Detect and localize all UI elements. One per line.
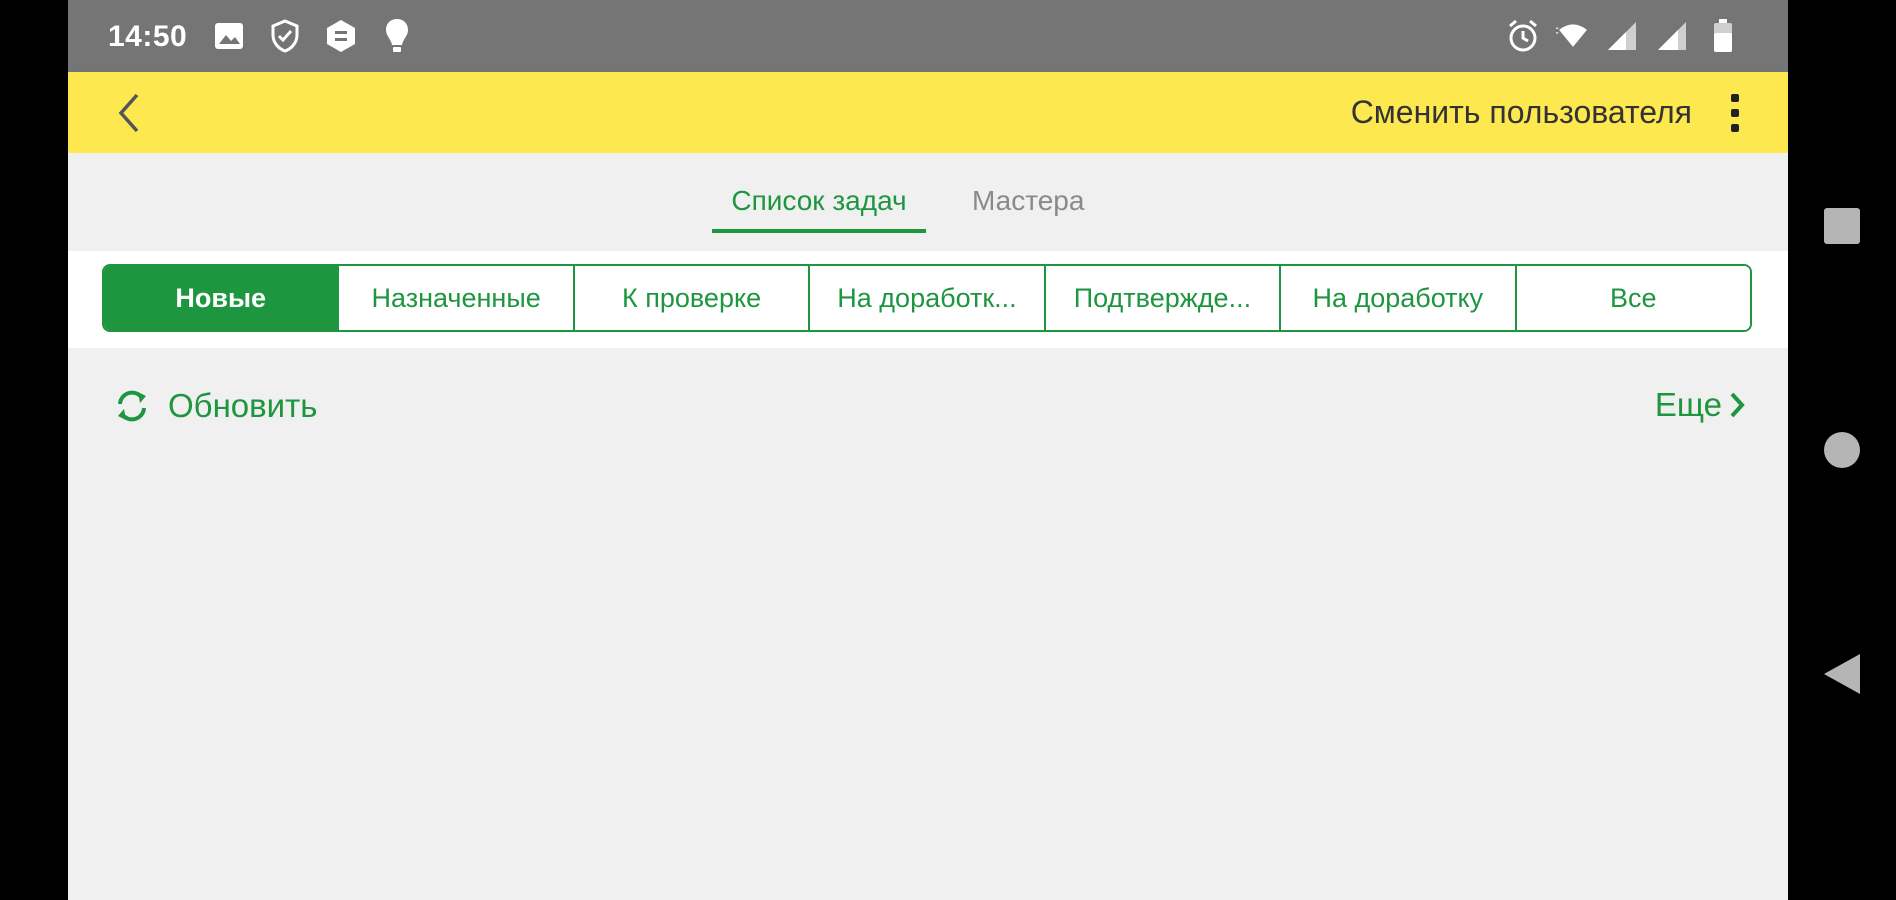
kebab-dot-icon (1731, 94, 1739, 102)
tab-masters[interactable]: Мастера (972, 185, 1084, 217)
system-nav-bar (1788, 0, 1896, 900)
kebab-dot-icon (1731, 109, 1739, 117)
battery-icon (1706, 18, 1740, 54)
tab-task-list[interactable]: Список задач (712, 185, 926, 217)
recents-button[interactable] (1814, 198, 1870, 254)
more-button[interactable]: Еще (1655, 386, 1746, 424)
filter-all[interactable]: Все (1514, 266, 1750, 330)
filter-confirmed[interactable]: Подтвержде... (1043, 266, 1280, 330)
triangle-back-icon (1824, 654, 1860, 694)
filter-assigned[interactable]: Назначенные (337, 266, 573, 330)
more-label: Еще (1654, 386, 1722, 423)
refresh-button[interactable]: Обновить (112, 386, 317, 426)
filter-area: Новые Назначенные К проверке На доработк… (68, 251, 1788, 348)
status-right-icons (1506, 18, 1740, 54)
filter-rework-truncated[interactable]: На доработк... (808, 266, 1044, 330)
filter-to-review[interactable]: К проверке (572, 266, 809, 330)
status-time: 14:50 (108, 20, 188, 53)
chevron-right-icon (1730, 392, 1745, 418)
back-button[interactable] (104, 88, 154, 138)
wifi-icon (1556, 18, 1590, 54)
home-button[interactable] (1814, 422, 1870, 478)
shield-check-icon (268, 18, 302, 54)
more-menu-button[interactable] (1720, 88, 1750, 138)
filter-new[interactable]: Новые (104, 266, 338, 330)
status-filter: Новые Назначенные К проверке На доработк… (102, 264, 1752, 332)
filter-rework[interactable]: На доработку (1279, 266, 1515, 330)
status-left-icons (212, 18, 414, 54)
switch-user-button[interactable]: Сменить пользователя (1351, 94, 1692, 131)
status-bar: 14:50 (68, 0, 1788, 72)
refresh-label: Обновить (168, 387, 318, 424)
square-icon (1824, 208, 1860, 244)
signal-icon (1606, 18, 1640, 54)
circle-icon (1824, 432, 1860, 468)
bulb-icon (380, 18, 414, 54)
chevron-left-icon (118, 93, 139, 133)
app-screen: 14:50 Сменить пользователя Список задач … (68, 0, 1788, 900)
image-icon (212, 18, 246, 54)
kebab-dot-icon (1731, 124, 1739, 132)
app-bar: Сменить пользователя (68, 72, 1788, 153)
back-nav-button[interactable] (1814, 646, 1870, 702)
tab-active-indicator (712, 229, 926, 233)
signal-icon (1656, 18, 1690, 54)
top-tabs: Список задач Мастера (68, 153, 1788, 251)
alarm-icon (1506, 18, 1540, 54)
hexagon-icon (324, 18, 358, 54)
refresh-icon (118, 390, 146, 422)
